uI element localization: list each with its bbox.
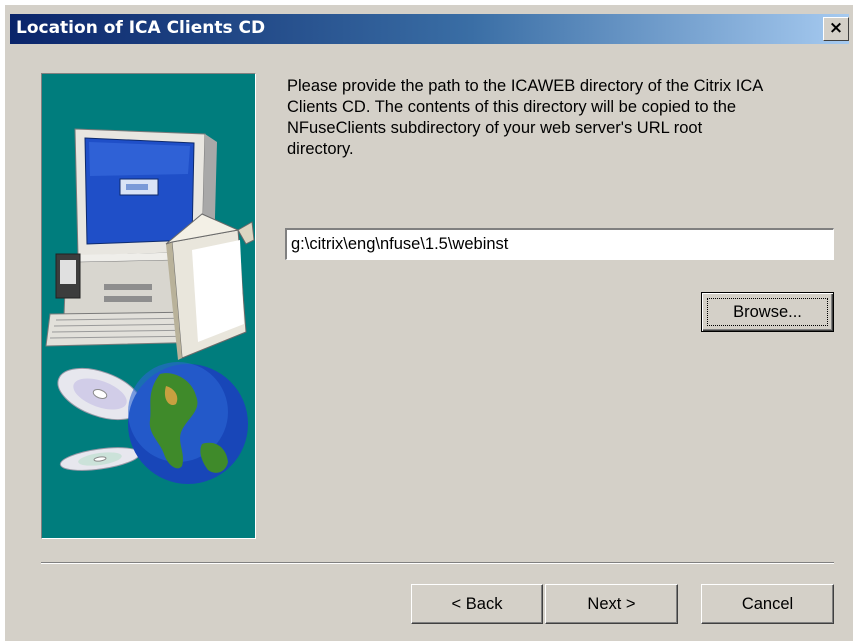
cancel-button[interactable]: Cancel [701, 584, 834, 624]
title-bar[interactable]: Location of ICA Clients CD × [10, 14, 849, 44]
cancel-button-label: Cancel [741, 594, 794, 613]
next-button[interactable]: Next > [545, 584, 678, 624]
wizard-illustration [41, 73, 256, 539]
back-button[interactable]: < Back [411, 584, 543, 624]
focus-rectangle: Browse... [707, 298, 828, 326]
window-title: Location of ICA Clients CD [16, 18, 266, 38]
footer-separator [41, 562, 834, 564]
globe-icon [128, 362, 248, 484]
back-button-label: < Back [451, 594, 503, 613]
browse-button[interactable]: Browse... [701, 292, 834, 332]
close-icon: × [828, 18, 844, 38]
browse-button-label: Browse... [733, 302, 802, 321]
close-button[interactable]: × [823, 17, 849, 41]
computer-illustration [45, 128, 255, 360]
path-input[interactable] [285, 228, 834, 260]
next-button-label: Next > [587, 594, 636, 613]
instruction-text: Please provide the path to the ICAWEB di… [287, 77, 764, 158]
